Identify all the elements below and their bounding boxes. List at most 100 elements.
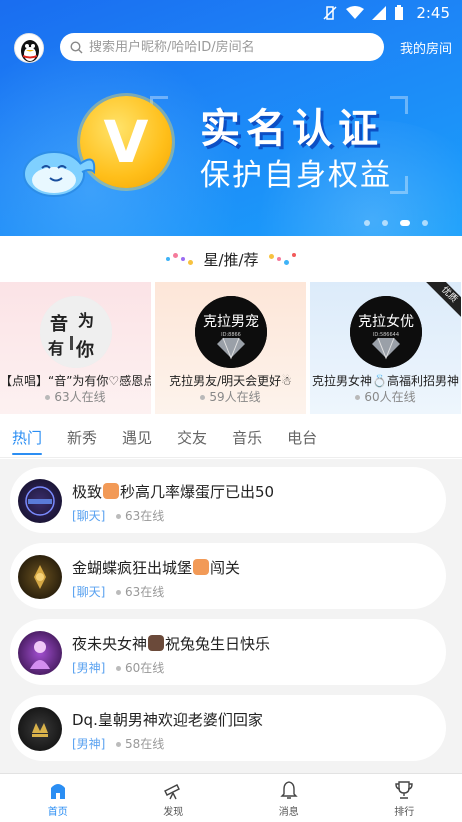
room-title-text: 夜未央女神 <box>72 635 148 653</box>
category-tabs: 热门 新秀 遇见 交友 音乐 电台 <box>0 420 462 458</box>
svg-text:ID:586644: ID:586644 <box>373 332 399 338</box>
room-row[interactable]: 极致 秒高几率爆蛋厅已出50 [聊天] 63在线 <box>10 467 446 533</box>
room-avatar <box>18 479 62 523</box>
room-title-text: 金蝴蝶疯狂出城堡 <box>72 559 193 577</box>
banner-subtitle: 保护自身权益 <box>200 158 392 193</box>
room-title: Dq.皇朝男神欢迎老婆们回家 <box>72 709 263 730</box>
pager-dot[interactable] <box>364 220 370 226</box>
svg-text:克拉男宠: 克拉男宠 <box>203 314 259 330</box>
recommend-card[interactable]: 音 为 有 你 【点唱】“音”为有你♡感恩点 63人在线 <box>0 282 151 414</box>
room-logo-icon <box>30 641 50 669</box>
whale-mascot-icon <box>23 151 96 197</box>
pager-dot[interactable] <box>422 220 428 226</box>
nav-label: 首页 <box>47 806 68 818</box>
svg-text:ID:8866: ID:8866 <box>221 332 241 338</box>
banner-frame-corner <box>390 176 408 194</box>
room-online-count: 63在线 <box>116 507 164 524</box>
room-category: [聊天] <box>72 509 106 523</box>
tab-hot[interactable]: 热门 <box>12 420 43 457</box>
telescope-icon <box>164 783 181 799</box>
room-avatar <box>18 555 62 599</box>
nav-discover[interactable]: 发现 <box>116 774 232 822</box>
room-logo-icon: 克拉女优 ID:586644 <box>350 296 422 368</box>
recommend-cards: 音 为 有 你 【点唱】“音”为有你♡感恩点 63人在线 克拉男宠 ID:886… <box>0 282 462 414</box>
tab-meet[interactable]: 遇见 <box>122 420 152 457</box>
room-logo-icon <box>32 723 48 737</box>
card-name: 【点唱】“音”为有你♡感恩点 <box>0 374 151 388</box>
confetti-right-icon <box>268 253 296 265</box>
room-title: 金蝴蝶疯狂出城堡 闯关 <box>72 557 240 578</box>
room-list: 极致 秒高几率爆蛋厅已出50 [聊天] 63在线 金蝴蝶疯狂出城堡 闯关 [聊天] … <box>0 459 462 773</box>
banner-frame-corner <box>390 96 408 114</box>
room-title: 极致 秒高几率爆蛋厅已出50 <box>72 481 274 502</box>
room-title-text: 极致 <box>72 483 103 501</box>
trophy-icon <box>395 780 413 799</box>
top-bar: 我的房间 <box>0 32 462 63</box>
bottom-nav: 首页 发现 消息 排行 <box>0 773 462 822</box>
search-box[interactable] <box>60 33 384 61</box>
room-online-count: 60在线 <box>116 659 164 676</box>
card-online-count: 60人在线 <box>310 388 461 405</box>
room-online-count: 63在线 <box>116 583 164 600</box>
gift-emoji-icon <box>193 559 210 575</box>
gift-emoji-icon <box>103 483 120 499</box>
vibrate-off-icon <box>323 6 337 20</box>
recommend-title: 星/推/荐 <box>203 250 259 269</box>
nav-messages[interactable]: 消息 <box>231 774 347 822</box>
svg-text:克拉女优: 克拉女优 <box>358 313 414 330</box>
my-room-link[interactable]: 我的房间 <box>400 38 452 57</box>
pager-dot[interactable] <box>382 220 388 226</box>
card-online-count: 63人在线 <box>0 388 151 405</box>
room-category: [聊天] <box>72 585 106 599</box>
room-row[interactable]: 金蝴蝶疯狂出城堡 闯关 [聊天] 63在线 <box>10 543 446 609</box>
svg-text:有: 有 <box>48 339 64 358</box>
room-category: [男神] <box>72 737 106 751</box>
room-avatar: 克拉男宠 ID:8866 <box>195 296 267 368</box>
room-title-text: Dq.皇朝男神欢迎老婆们回家 <box>72 711 263 729</box>
recommend-card[interactable]: 克拉男宠 ID:8866 克拉男友/明天会更好☃ 59人在线 <box>155 282 306 414</box>
room-avatar <box>18 631 62 675</box>
nav-ranking[interactable]: 排行 <box>347 774 462 822</box>
svg-text:为: 为 <box>78 311 94 330</box>
banner-title: 实名认证 <box>200 106 384 152</box>
clock: 2:45 <box>416 4 450 22</box>
bell-icon <box>280 780 298 799</box>
tab-music[interactable]: 音乐 <box>232 420 262 457</box>
search-icon <box>70 40 83 53</box>
room-title-text: 祝兔兔生日快乐 <box>165 635 271 653</box>
room-category: [男神] <box>72 661 106 675</box>
card-online-count: 59人在线 <box>155 388 306 405</box>
svg-text:你: 你 <box>75 339 94 361</box>
confetti-left-icon <box>166 252 194 265</box>
room-avatar <box>18 707 62 751</box>
nav-home[interactable]: 首页 <box>0 774 116 822</box>
banner-pager <box>364 220 428 226</box>
room-title-text: 闯关 <box>210 559 241 577</box>
room-logo-icon: 音 为 有 你 <box>40 296 112 368</box>
recommend-header: 星/推/荐 <box>0 236 462 282</box>
pager-dot-active[interactable] <box>400 220 410 226</box>
tab-radio[interactable]: 电台 <box>287 420 317 457</box>
room-row[interactable]: 夜未央女神 祝兔兔生日快乐 [男神] 60在线 <box>10 619 446 685</box>
room-row[interactable]: Dq.皇朝男神欢迎老婆们回家 [男神] 58在线 <box>10 695 446 761</box>
room-avatar: 音 为 有 你 <box>40 296 112 368</box>
tab-friends[interactable]: 交友 <box>177 420 207 457</box>
room-title: 夜未央女神 祝兔兔生日快乐 <box>72 633 270 654</box>
recommend-card[interactable]: 优质 克拉女优 ID:586644 克拉男女神💍高福利招男神 60人在线 <box>310 282 461 414</box>
card-name: 克拉男女神💍高福利招男神 <box>312 374 459 388</box>
quality-badge: 优质 <box>422 282 461 322</box>
nav-label: 发现 <box>163 806 184 818</box>
room-avatar: 克拉女优 ID:586644 <box>350 296 422 368</box>
search-input[interactable] <box>89 39 379 55</box>
battery-icon <box>395 5 404 20</box>
qq-penguin-icon <box>21 40 39 62</box>
room-logo-icon <box>25 486 55 516</box>
nav-label: 排行 <box>394 806 415 818</box>
signal-icon <box>372 6 387 20</box>
user-avatar[interactable] <box>14 33 44 63</box>
svg-text:音: 音 <box>50 313 68 335</box>
room-online-count: 58在线 <box>116 735 164 752</box>
room-logo-icon <box>34 565 46 589</box>
tab-newcomer[interactable]: 新秀 <box>67 420 97 457</box>
home-icon <box>50 783 65 799</box>
